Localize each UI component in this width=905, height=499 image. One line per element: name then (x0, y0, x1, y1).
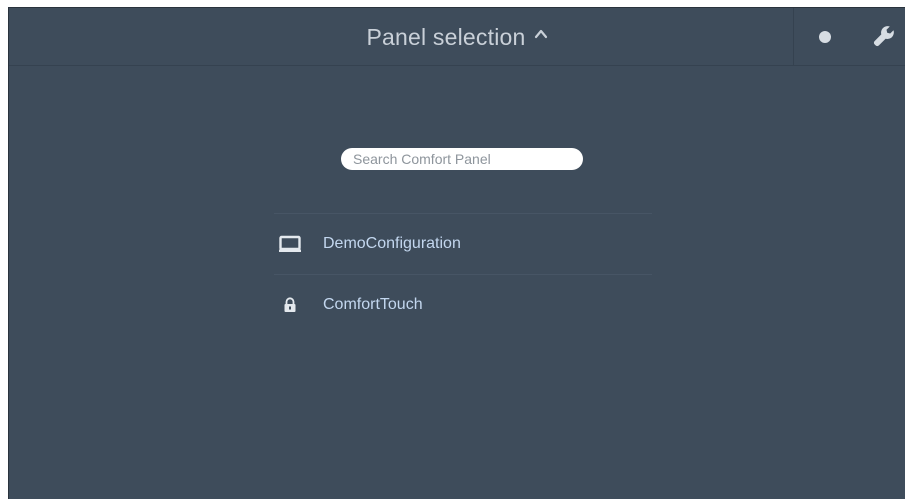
panel-selection-toggle[interactable]: Panel selection (9, 8, 793, 66)
top-bar: Panel selection (9, 8, 905, 66)
panel-item-comforttouch[interactable]: ComfortTouch (274, 275, 652, 335)
panel-item-label: ComfortTouch (323, 296, 423, 313)
monitor-icon (279, 233, 301, 255)
lock-icon (279, 294, 301, 316)
search-input[interactable] (341, 148, 583, 170)
panel-item-democonfiguration[interactable]: DemoConfiguration (274, 214, 652, 274)
toolbar-right (793, 8, 905, 66)
app-window: Panel selection DemoConfiguration (8, 7, 905, 499)
page-title: Panel selection (366, 23, 526, 50)
panel-list: DemoConfiguration ComfortTouch (274, 213, 652, 335)
chevron-up-icon (534, 29, 547, 39)
panel-item-label: DemoConfiguration (323, 235, 461, 252)
wrench-icon[interactable] (872, 24, 896, 48)
status-dot-icon (819, 31, 831, 43)
